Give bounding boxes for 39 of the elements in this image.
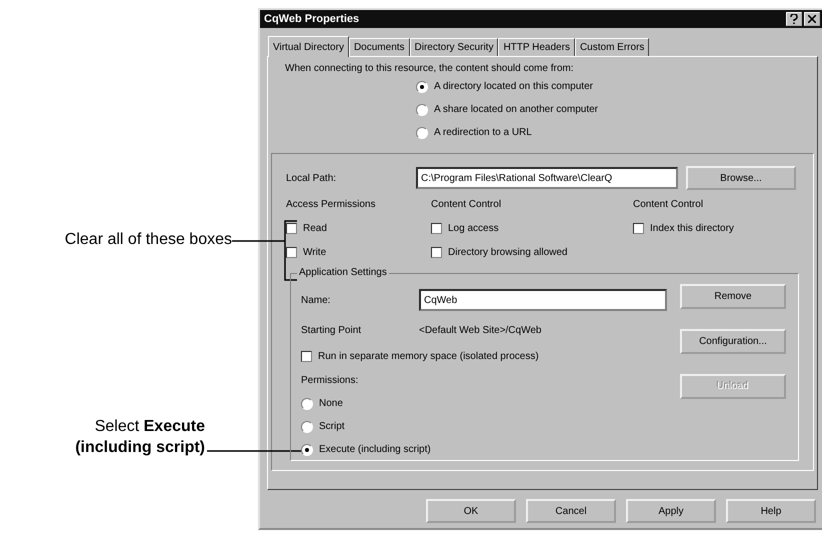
dialog-button[interactable]: Cancel [526,499,616,523]
radio-label: Script [319,421,345,432]
radio-label: None [319,398,343,409]
field-label: Local Path: [286,172,338,184]
checkbox-label: Index this directory [650,223,734,234]
settings-button[interactable]: Configuration... [680,329,786,354]
group-heading: Access Permissions [286,199,376,211]
radio-label: Execute (including script) [319,444,431,455]
checkbox-label: Log access [448,223,499,234]
tab[interactable]: Documents [348,38,410,56]
tab[interactable]: Directory Security [410,38,498,56]
checkbox-label: Directory browsing allowed [448,247,568,258]
checkbox-label: Read [303,223,327,234]
callout-text: Clear all of these boxes [64,231,232,249]
tab[interactable]: HTTP Headers [498,38,575,56]
radio-label: A redirection to a URL [434,127,532,138]
tab[interactable]: Custom Errors [574,38,650,56]
radio-label: A share located on another computer [434,104,598,115]
permissions-label: Permissions: [301,375,360,387]
prompt-text: When connecting to this resource, the content should come from: [285,63,574,74]
checkbox-label: Write [303,247,326,258]
field-label: Starting Point [301,324,362,336]
tab[interactable]: Virtual Directory [268,36,349,57]
window-title: CqWeb Properties [264,13,360,25]
dialog-button[interactable]: OK [426,499,516,523]
group-heading: Content Control [431,199,502,211]
name-field[interactable]: CqWeb [419,289,667,311]
settings-button[interactable]: Remove [680,284,786,309]
frame-legend: Application Settings [297,267,389,278]
callout-text: Select Execute (including script) [74,417,205,458]
radio-label: A directory located on this computer [434,81,593,92]
path-field[interactable]: C:\Program Files\Rational Software\ClearQ [416,167,678,189]
browse-button[interactable]: Browse... [686,166,796,190]
dialog-button[interactable]: Apply [626,499,716,523]
field-label: Name: [301,294,332,306]
checkbox-label: Run in separate memory space (isolated process) [318,351,539,362]
starting-point-value: <Default Web Site>/CqWeb [419,324,542,336]
dialog-button[interactable]: Help [726,499,816,523]
group-heading: Content Control [633,199,704,211]
